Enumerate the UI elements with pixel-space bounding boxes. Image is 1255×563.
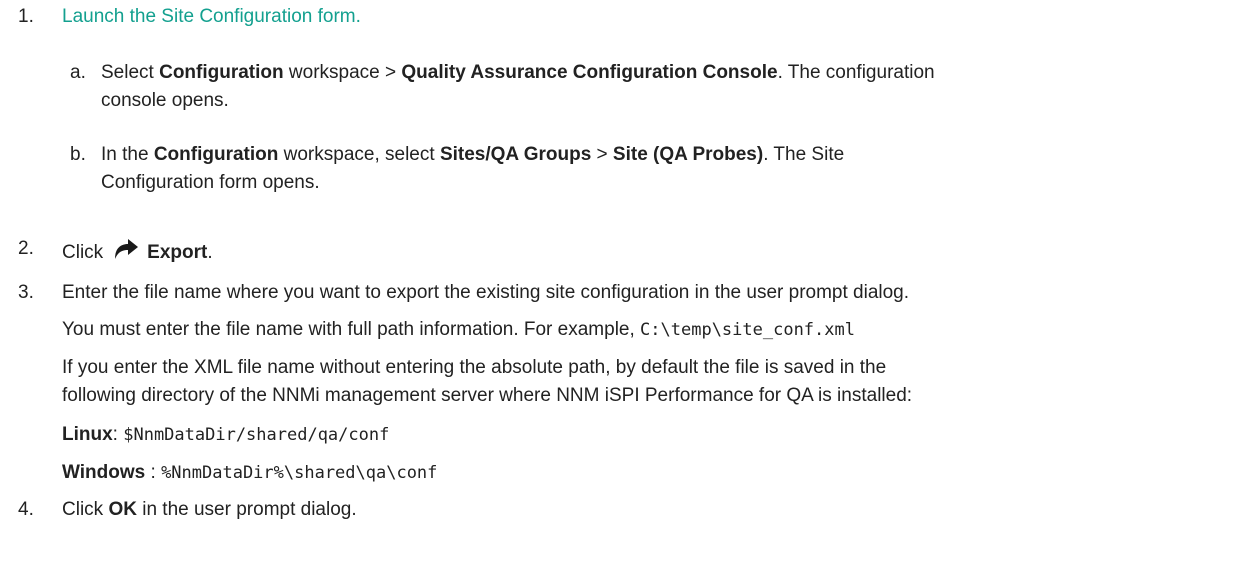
step-2-text: Click Export. <box>62 238 213 266</box>
default-dir-line2: following directory of the NNMi manageme… <box>62 385 913 406</box>
step-letter: b. <box>70 144 86 165</box>
step-letter: a. <box>70 62 86 83</box>
configuration-term: Configuration <box>153 144 279 165</box>
sites-qa-groups-term: Sites/QA Groups <box>439 144 592 165</box>
step-3-line1: Enter the file name where you want to ex… <box>62 282 910 303</box>
step-4-text: Click OK in the user prompt dialog. <box>62 499 357 520</box>
example-path: C:\temp\site_conf.xml <box>640 320 855 340</box>
linux-path-line: Linux: $NnmDataDir/shared/qa/conf <box>62 424 390 445</box>
ok-term: OK <box>108 499 137 520</box>
windows-label: Windows <box>62 462 146 483</box>
export-arrow-icon <box>113 238 139 266</box>
launch-site-config-link[interactable]: Launch the Site Configuration form. <box>62 6 361 27</box>
site-qa-probes-term: Site (QA Probes) <box>612 144 764 165</box>
step-1a-line1: Select Configuration workspace > Quality… <box>101 62 935 83</box>
default-dir-line1: If you enter the XML file name without e… <box>62 357 887 378</box>
linux-label: Linux <box>62 424 113 445</box>
step-1b-line1: In the Configuration workspace, select S… <box>101 144 845 165</box>
step-number: 1. <box>18 6 34 27</box>
windows-path: %NnmDataDir%\shared\qa\conf <box>161 463 438 483</box>
export-term: Export <box>147 242 208 263</box>
step-number: 4. <box>18 499 34 520</box>
linux-path: $NnmDataDir/shared/qa/conf <box>123 425 390 445</box>
procedure-page: 1. Launch the Site Configuration form. a… <box>18 6 935 520</box>
step-number: 3. <box>18 282 34 303</box>
configuration-term: Configuration <box>159 62 284 83</box>
windows-path-line: Windows : %NnmDataDir%\shared\qa\conf <box>62 462 438 483</box>
step-number: 2. <box>18 238 34 259</box>
qa-config-console-term: Quality Assurance Configuration Console <box>401 62 778 83</box>
full-path-paragraph: You must enter the file name with full p… <box>62 319 855 340</box>
